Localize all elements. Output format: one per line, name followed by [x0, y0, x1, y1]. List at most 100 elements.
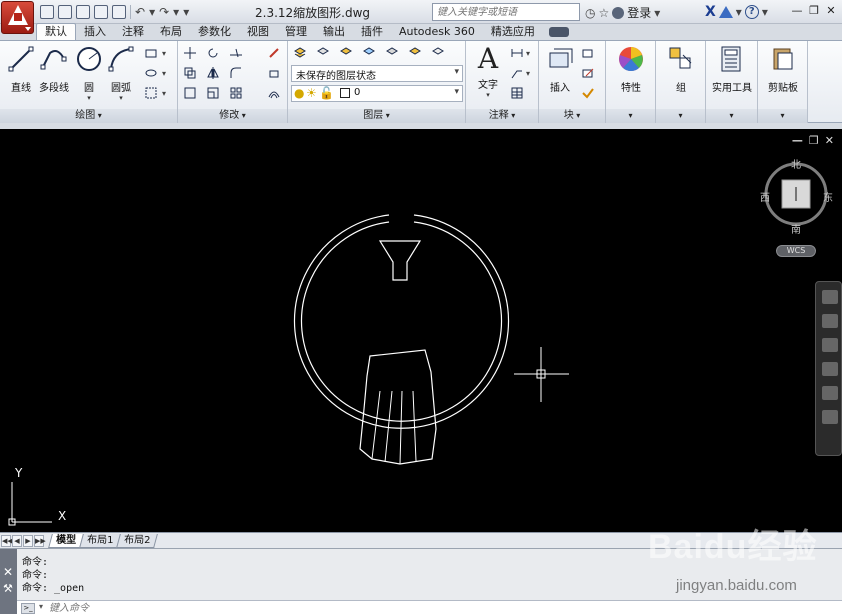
tab-plugins[interactable]: 插件 [353, 24, 391, 40]
showmotion-icon[interactable] [822, 410, 838, 424]
layer-match-tool[interactable] [406, 45, 424, 61]
panel-properties-title[interactable] [606, 109, 655, 123]
table-tool[interactable] [508, 85, 526, 101]
layer-state-dropdown[interactable]: 未保存的图层状态 [291, 65, 463, 82]
new-file-icon[interactable] [40, 5, 54, 19]
layer-isolate-tool[interactable] [337, 45, 355, 61]
hatch-dropdown-icon[interactable]: ▾ [162, 87, 166, 101]
orbit-icon[interactable] [822, 362, 838, 376]
panel-annotation-title[interactable]: 注释 [466, 109, 538, 123]
command-input[interactable] [49, 602, 649, 614]
polyline-button[interactable]: 多段线 [34, 45, 74, 105]
create-block-tool[interactable] [579, 45, 597, 61]
redo-dropdown-icon[interactable]: ▾ [173, 5, 179, 19]
undo-icon[interactable]: ↶ [135, 5, 145, 19]
command-prompt-icon[interactable]: >_ [21, 603, 35, 614]
properties-button[interactable]: 特性 [612, 45, 650, 105]
text-dropdown-icon[interactable]: ▾ [469, 91, 507, 99]
user-icon[interactable] [612, 6, 625, 19]
layer-off-tool[interactable] [314, 45, 332, 61]
minimize-icon[interactable]: — [790, 4, 804, 18]
ellipse-dropdown-icon[interactable]: ▾ [162, 67, 166, 81]
trim-tool[interactable] [227, 45, 245, 61]
ribbon-minimize-toggle[interactable] [548, 27, 569, 37]
edit-attribute-tool[interactable] [579, 85, 597, 101]
customize-qat-icon[interactable]: ▾ [183, 5, 189, 19]
copy-tool[interactable] [181, 65, 199, 81]
compass-west[interactable]: 西 [760, 189, 770, 204]
redo-icon[interactable]: ↷ [159, 5, 169, 19]
tab-manage[interactable]: 管理 [277, 24, 315, 40]
explode-tool[interactable] [265, 65, 283, 81]
arc-dropdown-icon[interactable]: ▾ [102, 94, 140, 102]
erase-tool[interactable] [265, 45, 283, 61]
tab-home[interactable]: 默认 [36, 23, 76, 40]
compass-south[interactable]: 南 [791, 221, 801, 236]
layer-properties-tool[interactable] [291, 45, 309, 61]
tab-view[interactable]: 视图 [239, 24, 277, 40]
layer-previous-tool[interactable] [429, 45, 447, 61]
tab-model[interactable]: 模型 [48, 533, 84, 548]
panel-block-title[interactable]: 块 [539, 109, 605, 123]
prev-layout-icon[interactable]: ◀ [12, 534, 22, 547]
mirror-tool[interactable] [204, 65, 222, 81]
compass-north[interactable]: 北 [791, 156, 801, 171]
rotate-tool[interactable] [204, 45, 222, 61]
panel-groups-title[interactable] [656, 109, 705, 123]
drape-shape[interactable] [359, 349, 437, 465]
open-file-icon[interactable] [58, 5, 72, 19]
wcs-menu-button[interactable]: WCS [776, 245, 816, 257]
linear-dimension-tool[interactable] [508, 45, 526, 61]
ellipse-tool[interactable] [142, 65, 160, 81]
restore-icon[interactable]: ❐ [807, 4, 821, 18]
tab-output[interactable]: 输出 [315, 24, 353, 40]
help-icon[interactable]: ? [744, 5, 759, 19]
pan-icon[interactable] [822, 314, 838, 328]
edit-block-tool[interactable] [579, 65, 597, 81]
dimension-dropdown-icon[interactable]: ▾ [526, 47, 530, 61]
recent-commands-dropdown-icon[interactable]: ▾ [39, 602, 43, 611]
drawing-canvas[interactable]: — ❐ ✕ Y X 北 南 东 西 WCS [0, 129, 842, 532]
panel-utilities-title[interactable] [706, 109, 757, 123]
next-layout-icon[interactable]: ▶ [23, 534, 33, 547]
panel-clipboard-title[interactable] [758, 109, 807, 123]
current-layer-dropdown[interactable]: 0 [291, 85, 463, 102]
binoculars-icon[interactable]: ◷ [585, 6, 595, 20]
application-menu-button[interactable] [1, 1, 34, 34]
text-button[interactable]: A 文字 ▾ [469, 45, 507, 105]
login-link[interactable]: 登录 [627, 4, 651, 21]
group-button[interactable]: 组 [662, 45, 700, 105]
tab-insert[interactable]: 插入 [76, 24, 114, 40]
tab-parametric[interactable]: 参数化 [190, 24, 239, 40]
tab-layout2[interactable]: 布局2 [116, 533, 159, 548]
command-line-grip[interactable]: ✕ ⚒ [0, 549, 17, 614]
tab-annotate[interactable]: 注释 [114, 24, 152, 40]
funnel-shape[interactable] [378, 240, 422, 281]
tab-layout1[interactable]: 布局1 [79, 533, 122, 548]
offset-tool[interactable] [265, 85, 283, 101]
help-dropdown-icon[interactable]: ▾ [762, 5, 768, 19]
close-command-line-icon[interactable]: ✕ [3, 565, 13, 579]
a360-dropdown-icon[interactable]: ▾ [736, 5, 742, 19]
stretch-tool[interactable] [181, 85, 199, 101]
clipboard-button[interactable]: 剪贴板 [764, 45, 802, 105]
fillet-tool[interactable] [227, 65, 245, 81]
tab-layout[interactable]: 布局 [152, 24, 190, 40]
move-tool[interactable] [181, 45, 199, 61]
zoom-extents-icon[interactable] [822, 338, 838, 352]
panel-layers-title[interactable]: 图层 [288, 109, 465, 123]
exchange-icon[interactable]: X [705, 4, 716, 20]
steering-wheel-icon[interactable] [822, 290, 838, 304]
scale-tool[interactable] [204, 85, 222, 101]
hatch-tool[interactable] [142, 85, 160, 101]
leader-tool[interactable] [508, 65, 526, 81]
array-tool[interactable] [227, 85, 245, 101]
insert-block-button[interactable]: 插入 [541, 45, 579, 105]
layer-lock-tool[interactable] [383, 45, 401, 61]
last-layout-icon[interactable]: ▶▶ [34, 534, 46, 547]
tab-featured-apps[interactable]: 精选应用 [483, 24, 543, 40]
save-icon[interactable] [76, 5, 90, 19]
rectangle-tool[interactable] [142, 45, 160, 61]
tab-autodesk-360[interactable]: Autodesk 360 [391, 24, 483, 40]
layer-freeze-tool[interactable] [360, 45, 378, 61]
